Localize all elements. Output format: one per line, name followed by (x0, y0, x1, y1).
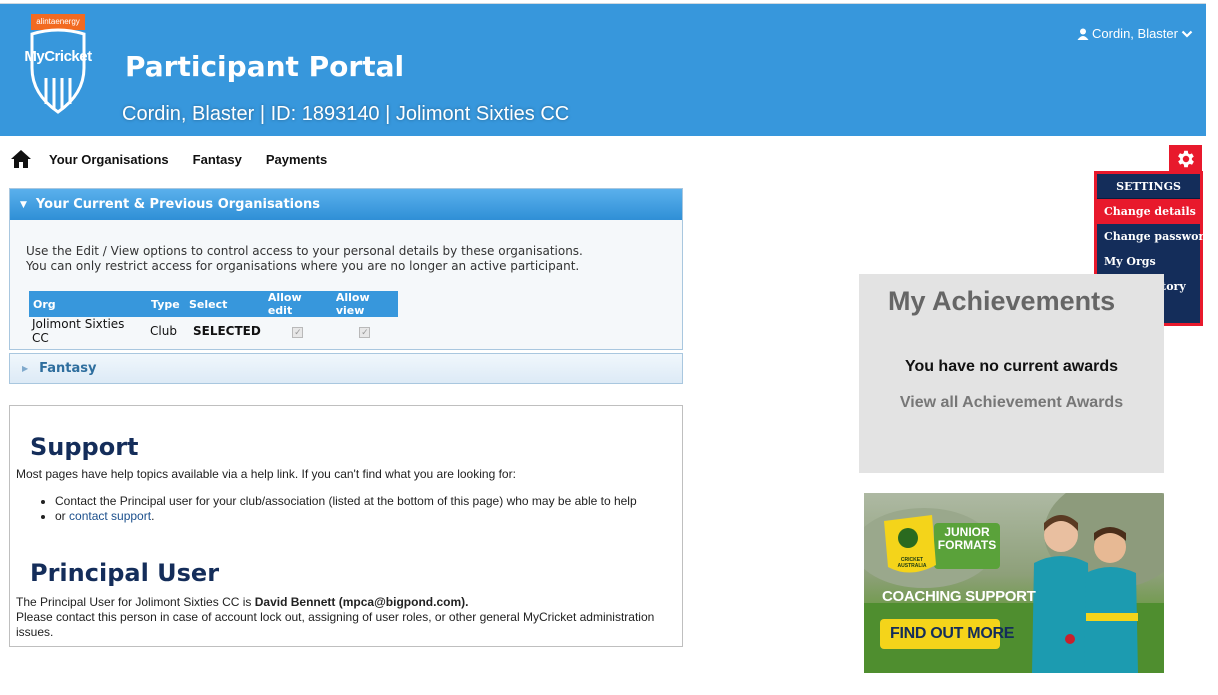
support-section: Support Most pages have help topics avai… (9, 405, 683, 647)
fantasy-panel-title: Fantasy (39, 361, 97, 376)
page-title: Participant Portal (125, 50, 405, 83)
banner-tagline: COACHING SUPPORT (882, 588, 1036, 605)
fantasy-panel-header[interactable]: ▶ Fantasy (9, 353, 683, 384)
support-intro: Most pages have help topics available vi… (16, 467, 516, 481)
support-heading: Support (30, 433, 139, 461)
user-name: Cordin, Blaster (1092, 26, 1178, 41)
banner-find-out-more[interactable]: FIND OUT MORE (890, 625, 1014, 643)
organisations-table: Org Type Select Allow edit Allow view Jo… (29, 291, 398, 345)
menu-change-details[interactable]: Change details (1097, 199, 1200, 224)
organisations-help-line-1: Use the Edit / View options to control a… (26, 244, 583, 258)
settings-heading: SETTINGS (1097, 174, 1200, 199)
support-bullet-contact-support: or contact support. (55, 509, 637, 524)
principal-user-text: The Principal User for Jolimont Sixties … (16, 595, 655, 639)
home-icon[interactable] (10, 149, 32, 169)
chevron-down-icon (1181, 30, 1193, 38)
organisations-panel: ▼ Your Current & Previous Organisations … (9, 188, 683, 350)
main-nav: Your Organisations Fantasy Payments (10, 147, 351, 171)
column-header-type: Type (147, 291, 185, 317)
org-select-status: SELECTED (193, 324, 261, 338)
principal-user-name: David Bennett (mpca@bigpond.com). (254, 595, 469, 609)
menu-change-password[interactable]: Change password (1097, 224, 1212, 249)
menu-my-orgs[interactable]: My Orgs (1097, 249, 1200, 274)
principal-user-heading: Principal User (30, 559, 220, 587)
achievements-card: My Achievements You have no current awar… (859, 274, 1164, 473)
brand-name: MyCricket (24, 48, 92, 65)
participant-subtitle: Cordin, Blaster | ID: 1893140 | Jolimont… (122, 103, 570, 125)
nav-fantasy[interactable]: Fantasy (193, 152, 242, 167)
settings-gear-button[interactable] (1169, 145, 1202, 172)
table-row: Jolimont Sixties CC Club SELECTED ✓ ✓ (29, 317, 398, 345)
portal-header: alintaenergy MyCricket Participant Porta… (0, 3, 1206, 136)
triangle-down-icon: ▼ (20, 199, 27, 210)
org-name: Jolimont Sixties CC (32, 317, 125, 345)
no-awards-text: You have no current awards (904, 358, 1119, 375)
junior-formats-banner[interactable]: JUNIOR FORMATS CRICKET AUSTRALIA COACHIN… (864, 493, 1164, 673)
organisations-panel-header[interactable]: ▼ Your Current & Previous Organisations (10, 189, 682, 220)
view-all-awards-link[interactable]: View all Achievement Awards (859, 394, 1164, 412)
achievements-title: My Achievements (888, 286, 1116, 316)
organisations-panel-title: Your Current & Previous Organisations (35, 197, 321, 212)
allow-view-checkbox[interactable]: ✓ (359, 327, 371, 338)
column-header-allow-view: Allow view (331, 291, 398, 317)
contact-support-link[interactable]: contact support (69, 509, 151, 523)
allow-edit-checkbox[interactable]: ✓ (292, 327, 304, 338)
banner-artwork (864, 493, 1164, 673)
support-bullet-contact-principal: Contact the Principal user for your club… (55, 494, 637, 509)
nav-payments[interactable]: Payments (266, 152, 327, 167)
banner-org-text: CRICKET AUSTRALIA (897, 557, 927, 569)
gear-icon (1177, 150, 1194, 167)
banner-badge-text: JUNIOR FORMATS (937, 525, 997, 552)
cricket-shield-icon (30, 28, 86, 114)
column-header-org: Org (29, 291, 147, 317)
user-menu[interactable]: Cordin, Blaster (1077, 26, 1193, 41)
user-icon (1077, 28, 1089, 40)
mycricket-logo[interactable]: alintaenergy MyCricket (18, 14, 98, 114)
triangle-right-icon: ▶ (22, 364, 29, 373)
organisations-help-line-2: You can only restrict access for organis… (26, 259, 580, 273)
column-header-allow-edit: Allow edit (263, 291, 332, 317)
nav-your-organisations[interactable]: Your Organisations (49, 152, 169, 167)
column-header-select: Select (185, 291, 264, 317)
org-type: Club (150, 324, 177, 338)
